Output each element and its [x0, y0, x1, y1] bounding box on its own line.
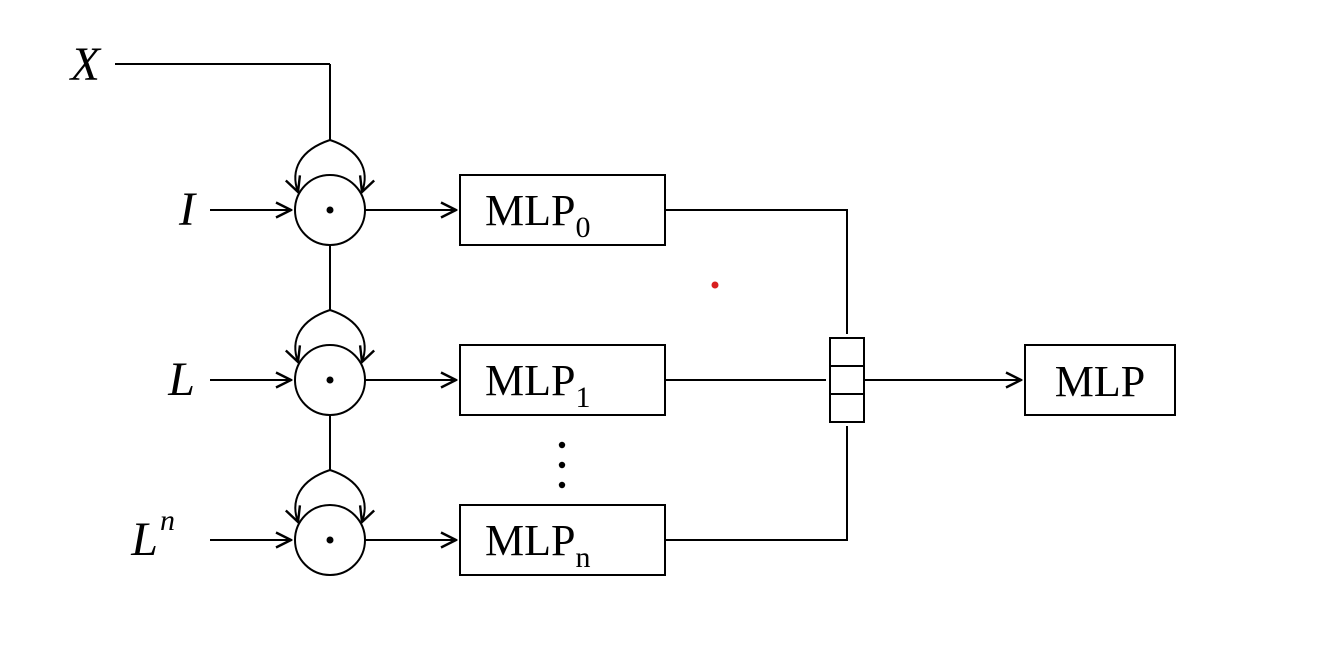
mlp-box-1: MLP1	[460, 345, 665, 415]
wire-mlp0-to-concat	[665, 210, 847, 334]
svg-text:MLPn: MLPn	[485, 516, 590, 574]
label-input-l: L	[167, 353, 195, 406]
combine-node-0	[295, 175, 365, 245]
wire-x-trunk	[115, 64, 330, 140]
mlp-box-final: MLP	[1025, 345, 1175, 415]
svg-text:n: n	[160, 504, 175, 537]
svg-text:MLP: MLP	[1055, 357, 1145, 406]
concat-stack	[830, 338, 864, 422]
svg-text:MLP1: MLP1	[485, 356, 590, 414]
svg-text:MLP0: MLP0	[485, 186, 590, 244]
label-input-i: I	[178, 183, 197, 236]
label-input-x: X	[69, 38, 102, 91]
ellipsis-vertical	[559, 442, 565, 488]
mlp-box-n: MLPn	[460, 505, 665, 575]
wire-mlpn-to-concat	[665, 426, 847, 540]
mlp-box-0: MLP0	[460, 175, 665, 245]
combine-node-1	[295, 345, 365, 415]
red-dot-artifact	[712, 282, 719, 289]
combine-node-n	[295, 505, 365, 575]
label-input-l-power-n: L n	[130, 504, 175, 566]
svg-text:L: L	[130, 513, 158, 566]
